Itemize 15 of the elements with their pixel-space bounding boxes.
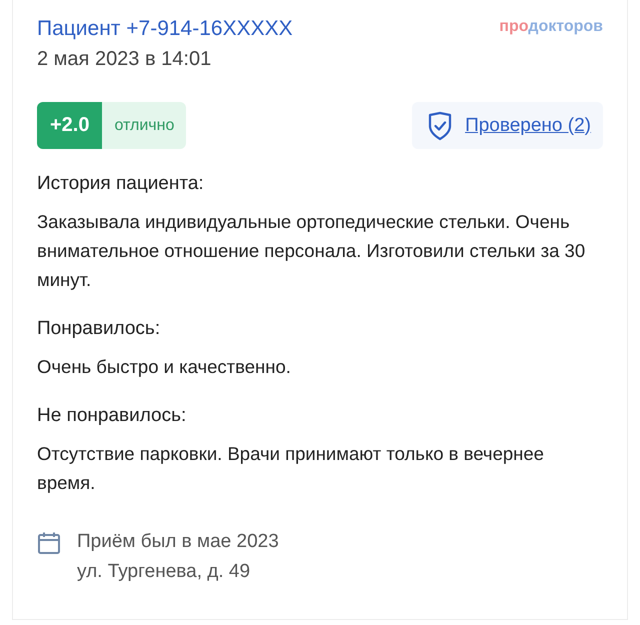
shield-check-icon [427,110,454,140]
section-heading: История пациента: [37,172,205,196]
review-date: 2 мая 2023 в 14:01 [37,47,212,72]
section-heading: Не понравилось: [37,404,188,428]
section-text: Отсутствие парковки. Врачи принимают только в вечернее время. [37,442,545,495]
visit-address: ул. Тургенева, д. 49 [77,560,252,584]
calendar-icon [37,531,61,555]
author-link[interactable]: Пациент +7-914-16XXXXX [37,14,293,44]
verified-link[interactable]: Проверено (2) [465,114,591,136]
logo: продокторов [499,18,603,36]
rating-badge: +2.0 отлично [37,102,186,149]
section-text: Заказывала индивидуальные ортопедические стельки. Очень внимательное отношение персонала. Изготовили стельки за 30 минут. [37,210,586,292]
visit-date: Приём был в мае 2023 [77,530,279,554]
section-text: Очень быстро и качественно. [37,355,292,379]
section-heading: Понравилось: [37,317,162,341]
